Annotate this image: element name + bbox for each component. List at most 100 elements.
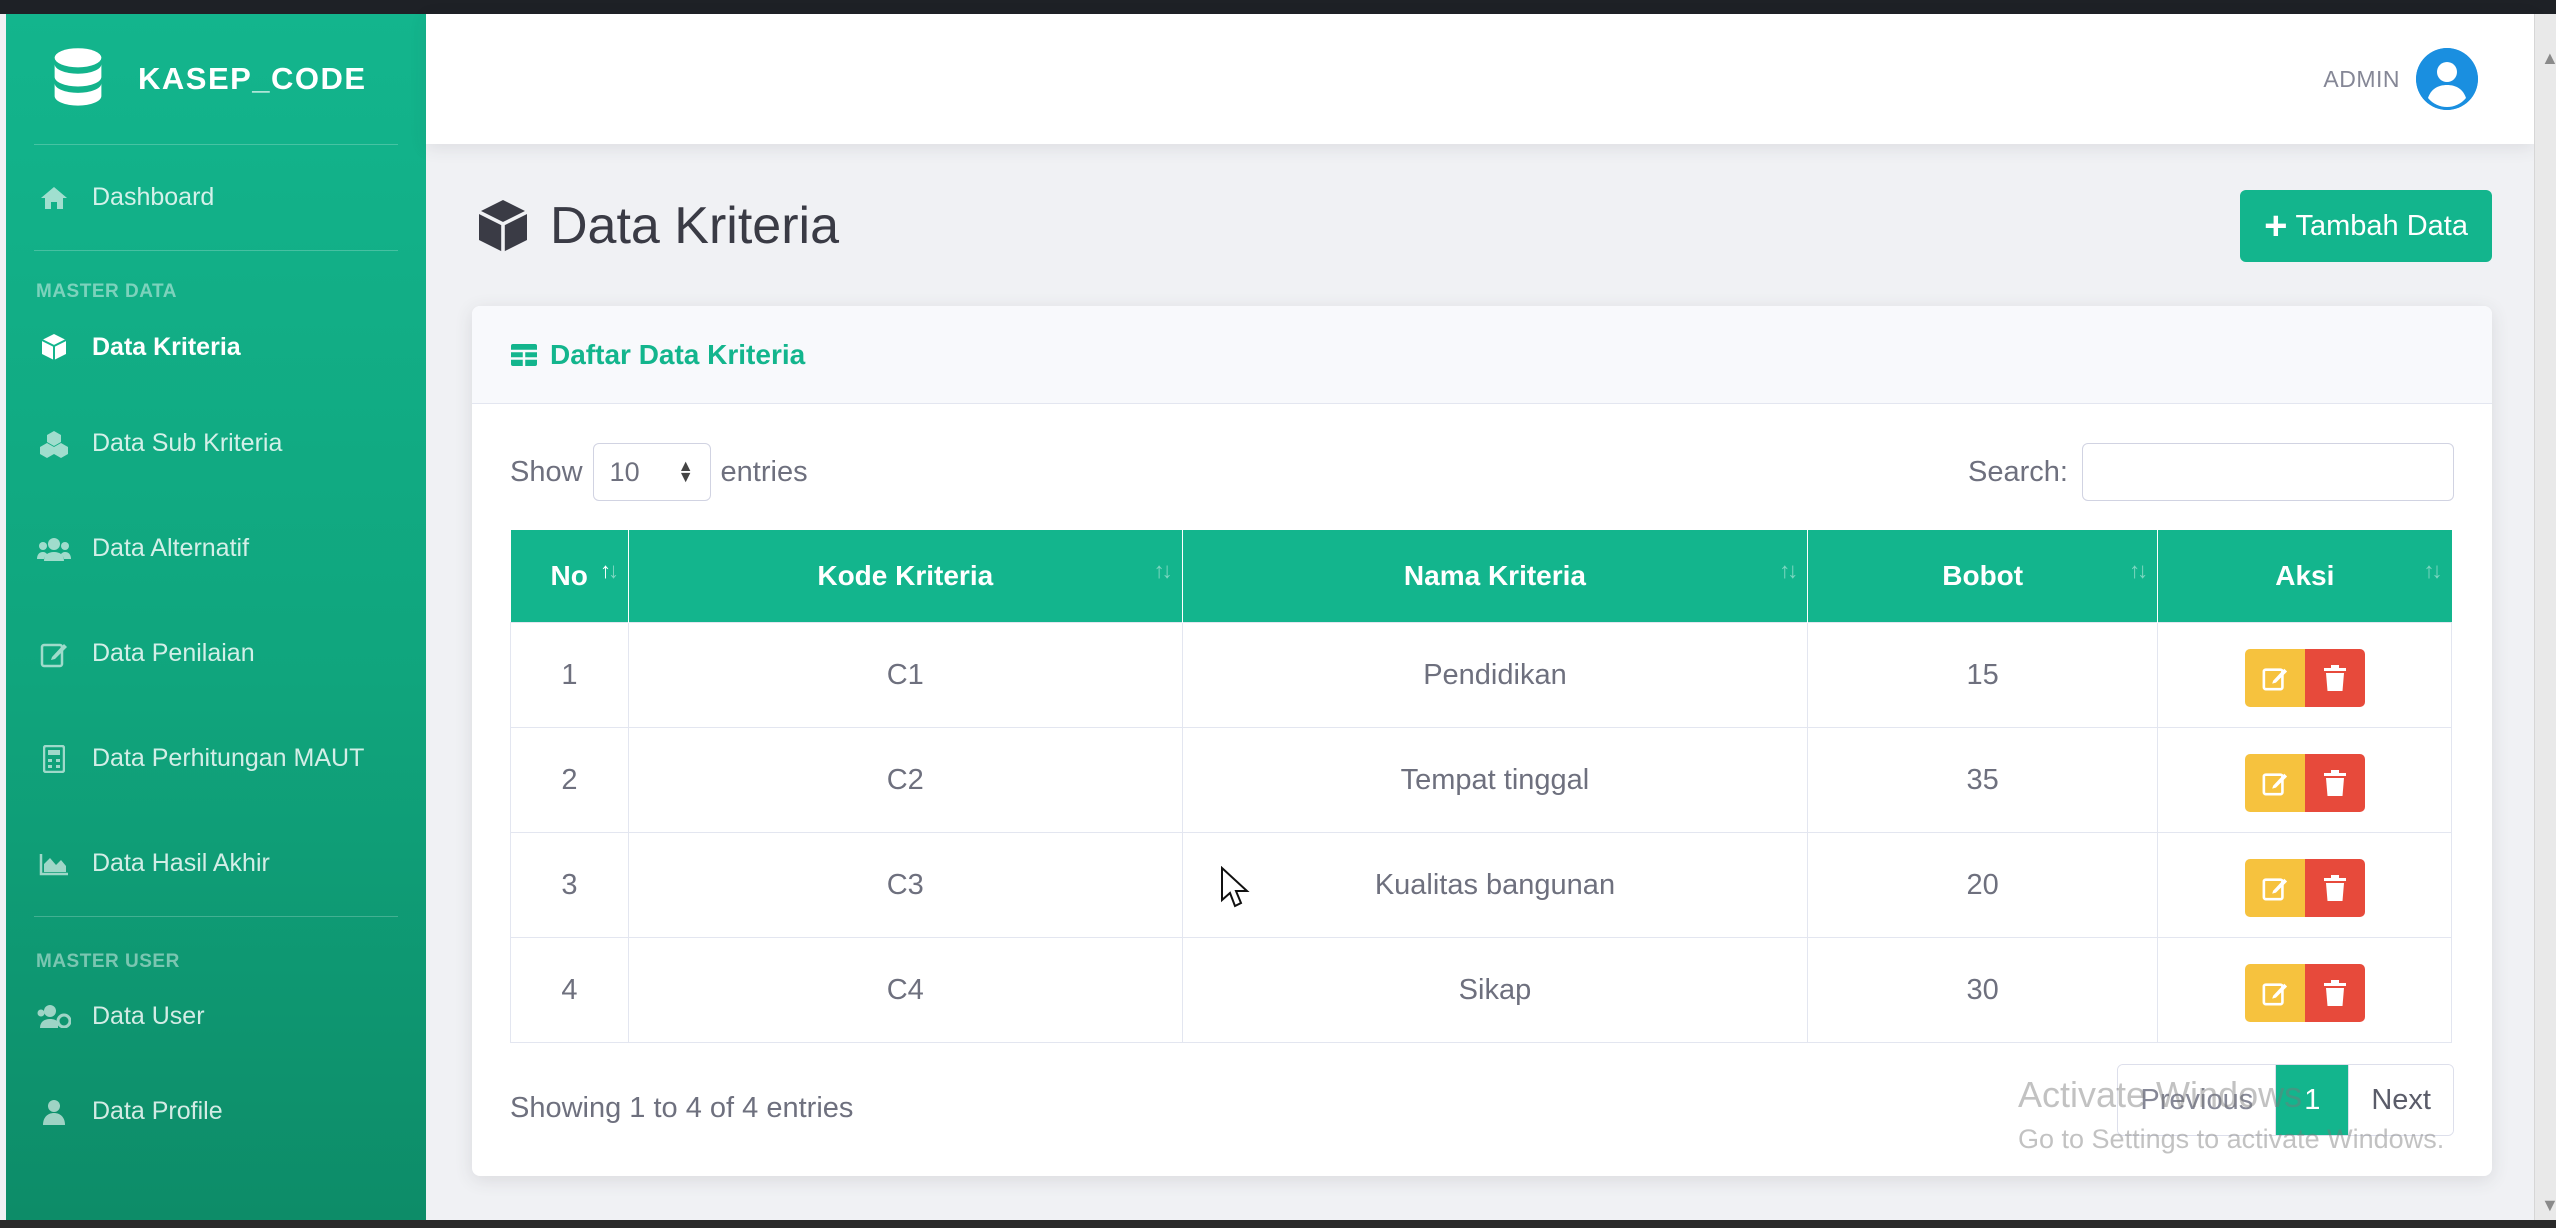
topbar: ADMIN — [426, 14, 2534, 144]
cell-bobot: 20 — [1807, 831, 2159, 938]
trash-icon — [2323, 664, 2346, 691]
sort-icon: ↑↓ — [2423, 558, 2443, 583]
previous-page-button[interactable]: Previous — [2118, 1065, 2277, 1135]
edit-button[interactable] — [2244, 858, 2305, 917]
sidebar-item-data-user[interactable]: Data User — [6, 973, 426, 1059]
criteria-table: No ↑↓ Kode Kriteria ↑↓ Nama Kriteria ↑↓ … — [510, 530, 2452, 1043]
cell-no: 1 — [510, 621, 629, 728]
sidebar-item-label: Data User — [92, 1001, 205, 1030]
edit-icon — [36, 636, 72, 672]
cell-aksi — [2157, 936, 2452, 1043]
pagination: Previous 1 Next — [2117, 1064, 2454, 1136]
cell-kode: C1 — [627, 621, 1183, 728]
edit-button[interactable] — [2244, 753, 2305, 812]
table-row: 1 C1 Pendidikan 15 — [510, 621, 2452, 728]
delete-button[interactable] — [2304, 858, 2365, 917]
row-actions — [2158, 753, 2451, 812]
mouse-pointer-icon — [1221, 866, 1250, 908]
scroll-down-icon[interactable]: ▼ — [2541, 1195, 2556, 1216]
show-label: Show — [510, 455, 583, 488]
next-page-button[interactable]: Next — [2348, 1065, 2453, 1135]
brand[interactable]: KASEP_CODE — [6, 14, 426, 144]
criteria-card: Daftar Data Kriteria Show 10 ▲ ▼ entries … — [472, 306, 2492, 1176]
search-input[interactable] — [2082, 443, 2454, 501]
sort-icon: ↑↓ — [2129, 558, 2148, 583]
cell-nama: Pendidikan — [1181, 621, 1809, 728]
sidebar-heading-master-data: MASTER DATA — [36, 281, 177, 302]
brand-name: KASEP_CODE — [138, 61, 367, 96]
page-heading: Data Kriteria + Tambah Data — [476, 186, 2492, 266]
delete-button[interactable] — [2304, 963, 2365, 1022]
sidebar-item-data-penilaian[interactable]: Data Penilaian — [6, 601, 426, 706]
edit-button[interactable] — [2244, 648, 2305, 707]
trash-icon — [2323, 874, 2346, 901]
scrollbar[interactable]: ▲ ▼ — [2534, 14, 2556, 1228]
sidebar: KASEP_CODE Dashboard MASTER DATA Data Kr… — [6, 14, 426, 1220]
column-header-nama-kriteria[interactable]: Nama Kriteria ↑↓ — [1182, 530, 1809, 622]
area-chart-icon — [36, 846, 72, 882]
home-icon — [36, 180, 72, 216]
sidebar-item-label: Data Hasil Akhir — [92, 849, 270, 877]
table-info: Showing 1 to 4 of 4 entries — [510, 1092, 854, 1124]
app-window: KASEP_CODE Dashboard MASTER DATA Data Kr… — [0, 0, 2556, 1228]
sort-icon: ↑↓ — [1153, 558, 1173, 583]
sidebar-item-data-hasil-akhir[interactable]: Data Hasil Akhir — [6, 811, 426, 916]
sidebar-item-label: Data Alternatif — [92, 534, 250, 562]
column-label: Aksi — [2275, 559, 2335, 591]
cell-nama: Kualitas bangunan — [1181, 831, 1809, 938]
users-icon — [36, 531, 72, 567]
row-actions — [2158, 963, 2451, 1022]
table-row: 4 C4 Sikap 30 — [510, 936, 2452, 1043]
page-button-1[interactable]: 1 — [2276, 1065, 2349, 1135]
sidebar-item-data-alternatif[interactable]: Data Alternatif — [6, 496, 426, 601]
scroll-up-icon[interactable]: ▲ — [2541, 48, 2556, 69]
column-header-no[interactable]: No ↑↓ — [510, 530, 629, 622]
edit-button[interactable] — [2244, 963, 2305, 1022]
cell-bobot: 35 — [1807, 726, 2159, 833]
sidebar-item-data-kriteria[interactable]: Data Kriteria — [6, 303, 426, 391]
search-box: Search: — [1968, 442, 2454, 502]
cubes-icon — [36, 426, 72, 462]
entries-label: entries — [720, 455, 808, 488]
sidebar-divider — [34, 250, 398, 251]
column-header-kode-kriteria[interactable]: Kode Kriteria ↑↓ — [628, 530, 1183, 622]
sidebar-divider — [34, 916, 398, 917]
table-header-row: No ↑↓ Kode Kriteria ↑↓ Nama Kriteria ↑↓ … — [510, 530, 2452, 622]
delete-button[interactable] — [2304, 648, 2365, 707]
row-actions — [2158, 648, 2451, 707]
user-circle-icon — [2416, 48, 2478, 110]
sidebar-item-label: Data Perhitungan MAUT — [92, 744, 365, 772]
card-title: Daftar Data Kriteria — [550, 338, 806, 370]
page-title-text: Data Kriteria — [550, 197, 839, 255]
cell-aksi — [2157, 831, 2452, 938]
sidebar-item-label: Data Kriteria — [92, 332, 241, 361]
sidebar-item-data-profile[interactable]: Data Profile — [6, 1059, 426, 1164]
delete-button[interactable] — [2304, 753, 2365, 812]
user-menu[interactable]: ADMIN — [2323, 48, 2478, 110]
sidebar-item-data-perhitungan-maut[interactable]: Data Perhitungan MAUT — [6, 706, 426, 811]
cell-kode: C2 — [627, 726, 1183, 833]
cell-bobot: 15 — [1807, 621, 2159, 728]
taskbar-strip — [0, 1220, 2556, 1228]
add-data-button[interactable]: + Tambah Data — [2240, 190, 2492, 262]
entries-select[interactable]: 10 ▲ ▼ — [592, 443, 711, 501]
users-cog-icon — [36, 998, 72, 1034]
edit-icon — [2262, 667, 2287, 690]
sort-caret-icon: ▲ ▼ — [677, 457, 694, 486]
cell-nama: Sikap — [1181, 936, 1809, 1043]
trash-icon — [2323, 769, 2346, 796]
column-header-bobot[interactable]: Bobot ↑↓ — [1807, 530, 2159, 622]
sidebar-item-dashboard[interactable]: Dashboard — [6, 145, 426, 250]
sort-icon: ↑↓ — [1779, 558, 1798, 583]
row-actions — [2158, 858, 2451, 917]
table-row: 2 C2 Tempat tinggal 35 — [510, 726, 2452, 833]
cell-no: 3 — [510, 831, 629, 938]
sidebar-item-data-sub-kriteria[interactable]: Data Sub Kriteria — [6, 391, 426, 496]
sort-icon: ↑↓ — [599, 558, 619, 583]
search-label: Search: — [1968, 455, 2068, 488]
cell-kode: C3 — [627, 831, 1183, 938]
cell-no: 4 — [510, 936, 629, 1043]
column-header-aksi[interactable]: Aksi ↑↓ — [2157, 530, 2452, 622]
user-icon — [36, 1094, 72, 1130]
sidebar-item-label: Data Penilaian — [92, 639, 255, 667]
